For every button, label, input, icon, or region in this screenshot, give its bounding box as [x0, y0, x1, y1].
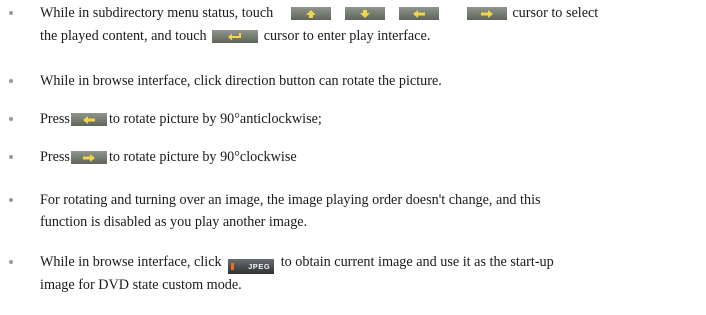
text-line: Press to rotate picture by 90°clockwise: [40, 147, 704, 167]
text-segment: While in browse interface, click: [40, 254, 222, 270]
text-line: Press to rotate picture by 90°anticlockw…: [40, 109, 704, 129]
bullet-icon: [9, 198, 13, 202]
jpeg-button-icon: JPEG: [228, 259, 275, 274]
enter-key-icon: [212, 30, 259, 43]
instruction-list: While in subdirectory menu status, touch…: [0, 0, 706, 315]
text-segment: cursor to enter play interface.: [263, 28, 431, 44]
text-line: While in browse interface, click JPEG to…: [40, 252, 704, 274]
text-segment: cursor to select: [512, 5, 599, 21]
bullet-icon: [9, 11, 13, 15]
text-line: function is disabled as you play another…: [40, 214, 308, 230]
bullet-icon: [9, 79, 13, 83]
arrow-right-key-icon: [466, 7, 507, 20]
text-segment: Press: [40, 111, 70, 127]
text-line: While in browse interface, click directi…: [40, 73, 442, 89]
text-line: image for DVD state custom mode.: [40, 277, 242, 293]
text-line: While in subdirectory menu status, touch…: [40, 3, 704, 23]
jpeg-label: JPEG: [248, 262, 271, 271]
bullet-icon: [9, 155, 13, 159]
bullet-icon: [9, 117, 13, 121]
text-segment: the played content, and touch: [40, 28, 207, 44]
arrow-down-key-icon: [344, 7, 385, 20]
arrow-left-key-icon: [70, 113, 107, 126]
bullet-icon: [9, 260, 13, 264]
text-line: the played content, and touch cursor to …: [40, 26, 704, 46]
text-segment: to rotate picture by 90°clockwise: [108, 149, 297, 165]
text-segment: to obtain current image and use it as th…: [280, 254, 554, 270]
arrow-up-key-icon: [290, 7, 331, 20]
arrow-right-key-icon: [70, 151, 107, 164]
jpeg-accent-mark: [231, 263, 235, 270]
arrow-left-key-icon: [398, 7, 439, 20]
text-segment: While in subdirectory menu status, touch: [40, 5, 274, 21]
text-line: For rotating and turning over an image, …: [40, 192, 541, 208]
text-segment: Press: [40, 149, 70, 165]
text-segment: to rotate picture by 90°anticlockwise;: [108, 111, 322, 127]
